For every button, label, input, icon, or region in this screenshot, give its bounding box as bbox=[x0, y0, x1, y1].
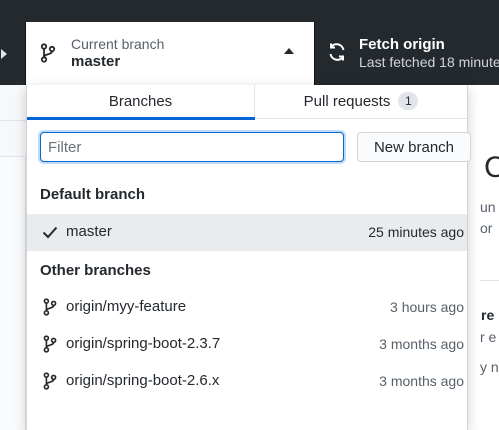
filter-input[interactable] bbox=[40, 132, 344, 162]
current-branch-label: Current branch bbox=[71, 36, 165, 52]
git-branch-icon bbox=[43, 372, 57, 390]
triangle-up-icon bbox=[284, 48, 294, 54]
current-branch-button[interactable]: Current branch master bbox=[26, 22, 314, 85]
git-branch-icon bbox=[43, 335, 57, 353]
check-icon bbox=[42, 226, 58, 239]
git-branch-icon bbox=[43, 298, 57, 316]
branch-row[interactable]: origin/spring-boot-2.6.x 3 months ago bbox=[27, 363, 467, 400]
branch-row-master[interactable]: master 25 minutes ago bbox=[27, 214, 467, 251]
sync-icon bbox=[329, 43, 345, 61]
branch-time: 3 months ago bbox=[379, 373, 464, 389]
branch-name: origin/spring-boot-2.3.7 bbox=[66, 335, 221, 352]
caret-down-icon bbox=[1, 49, 7, 59]
background-heading: C bbox=[484, 151, 499, 184]
tab-branches-label: Branches bbox=[108, 93, 173, 110]
tab-bar: Branches Pull requests 1 bbox=[27, 85, 467, 120]
current-branch-value: master bbox=[71, 53, 121, 70]
fetch-title: Fetch origin bbox=[359, 36, 445, 53]
branch-time: 3 hours ago bbox=[390, 299, 464, 315]
repository-switcher[interactable] bbox=[0, 22, 26, 85]
background-text: or bbox=[480, 220, 493, 236]
branch-name: origin/myy-feature bbox=[66, 298, 187, 315]
branch-row[interactable]: origin/spring-boot-2.3.7 3 months ago bbox=[27, 326, 467, 363]
git-branch-icon bbox=[40, 43, 56, 63]
default-branch-heading: Default branch bbox=[40, 186, 146, 203]
background-row bbox=[0, 121, 26, 157]
fetch-subtitle: Last fetched 18 minutes ago bbox=[359, 54, 499, 70]
pull-requests-count-badge: 1 bbox=[398, 92, 419, 110]
branch-dropdown-panel: Branches Pull requests 1 New branch Defau… bbox=[26, 85, 471, 430]
other-branches-heading: Other branches bbox=[40, 262, 151, 279]
background-content: C un or re r e y n bbox=[468, 85, 499, 430]
tab-branches[interactable]: Branches bbox=[27, 85, 255, 120]
background-subheading: re bbox=[481, 307, 495, 323]
branch-name: master bbox=[66, 223, 112, 240]
toolbar: Current branch master Fetch origin Last … bbox=[0, 22, 499, 85]
background-sidebar bbox=[0, 85, 26, 430]
fetch-origin-button[interactable]: Fetch origin Last fetched 18 minutes ago bbox=[314, 22, 499, 85]
tab-pull-requests-label: Pull requests bbox=[303, 93, 391, 110]
background-row bbox=[0, 85, 26, 121]
new-branch-button[interactable]: New branch bbox=[357, 132, 471, 162]
divider bbox=[480, 280, 499, 281]
branch-time: 3 months ago bbox=[379, 336, 464, 352]
branch-row[interactable]: origin/myy-feature 3 hours ago bbox=[27, 289, 467, 326]
branch-name: origin/spring-boot-2.6.x bbox=[66, 372, 220, 389]
tab-pull-requests[interactable]: Pull requests 1 bbox=[255, 85, 467, 119]
background-text: un bbox=[480, 199, 496, 215]
branch-time: 25 minutes ago bbox=[368, 224, 464, 240]
background-text: y n bbox=[480, 359, 499, 375]
background-text: r e bbox=[480, 329, 497, 345]
title-bar bbox=[0, 0, 499, 22]
